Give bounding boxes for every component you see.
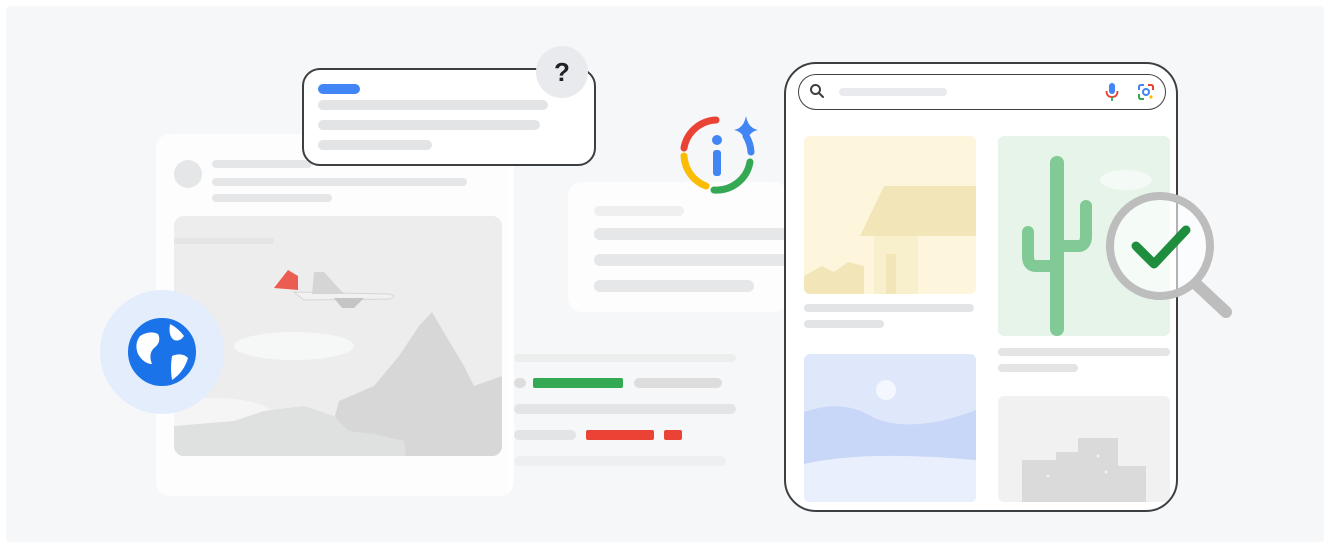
- tile-caption-line: [804, 304, 974, 312]
- faded-line: [634, 378, 722, 388]
- globe-badge: [100, 290, 224, 414]
- card-line: [594, 206, 684, 216]
- search-placeholder-line: [839, 88, 947, 96]
- search-icon: [810, 84, 824, 98]
- info-i-sparkle-icon: [680, 116, 758, 194]
- camera-lens-icon[interactable]: [1137, 83, 1155, 101]
- question-line: [318, 120, 540, 130]
- red-result-line: [664, 430, 682, 440]
- checkmark-magnifier-icon: [1106, 192, 1232, 318]
- question-line: [318, 100, 548, 110]
- microphone-icon[interactable]: [1105, 82, 1119, 102]
- illustration-stage: ?: [6, 6, 1324, 542]
- red-result-line: [586, 430, 654, 440]
- card-line: [594, 228, 788, 240]
- house-illustration: [804, 186, 976, 294]
- faded-line: [514, 404, 736, 414]
- city-illustration: [1022, 438, 1146, 502]
- result-tile-city[interactable]: [998, 396, 1170, 502]
- post-header-line: [212, 160, 312, 168]
- result-tile-lake[interactable]: [804, 354, 976, 502]
- globe-icon: [128, 318, 196, 386]
- tile-caption-line: [998, 364, 1078, 372]
- faded-line: [514, 430, 576, 440]
- faded-line: [514, 456, 726, 466]
- search-bar[interactable]: [798, 74, 1166, 110]
- card-line: [594, 280, 754, 292]
- question-highlight-line: [318, 84, 360, 94]
- question-mark-icon: ?: [536, 46, 588, 98]
- tile-caption-line: [804, 320, 884, 328]
- faded-line: [514, 378, 526, 388]
- green-result-line: [533, 378, 623, 388]
- post-avatar: [174, 160, 202, 188]
- card-line: [594, 254, 788, 266]
- tile-caption-line: [998, 348, 1170, 356]
- post-text-line: [212, 194, 332, 202]
- post-text-line: [212, 178, 467, 186]
- question-line: [318, 140, 432, 150]
- result-tile-house[interactable]: [804, 136, 976, 294]
- lake-illustration: [804, 380, 976, 502]
- faded-line: [514, 354, 736, 362]
